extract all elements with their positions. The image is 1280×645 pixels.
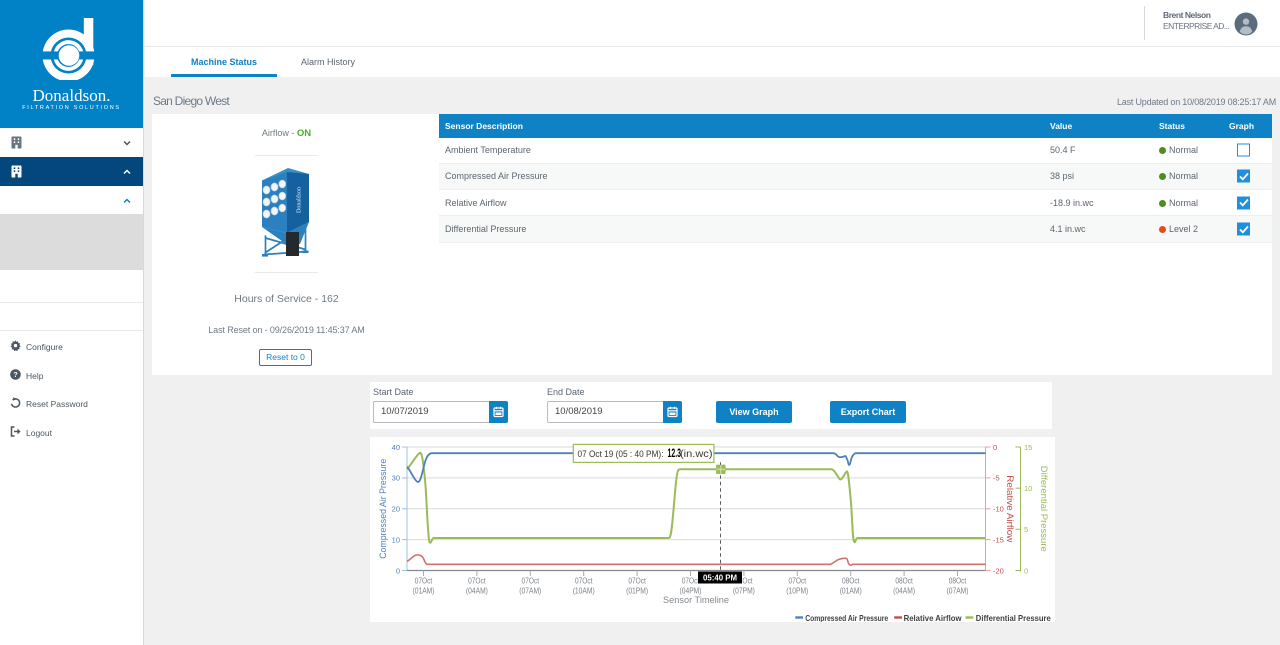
svg-text:(01AM): (01AM) — [413, 587, 435, 596]
svg-text:Relative Airflow: Relative Airflow — [904, 613, 962, 622]
svg-text:07 Oct 19 (05 : 40 PM):: 07 Oct 19 (05 : 40 PM): — [578, 449, 664, 460]
svg-text:15: 15 — [1024, 443, 1032, 452]
svg-text:(07PM): (07PM) — [733, 587, 755, 596]
svg-text:(10AM): (10AM) — [573, 587, 595, 596]
svg-text:Donaldson: Donaldson — [297, 187, 303, 213]
svg-text:40: 40 — [392, 443, 400, 452]
svg-text:07Oct: 07Oct — [628, 577, 646, 586]
svg-text:Differential Pressure: Differential Pressure — [976, 613, 1051, 622]
svg-text:08Oct: 08Oct — [949, 577, 967, 586]
svg-text:Sensor Timeline: Sensor Timeline — [663, 595, 729, 606]
svg-text:0: 0 — [396, 566, 400, 575]
svg-text:?: ? — [13, 370, 18, 379]
svg-text:07Oct: 07Oct — [522, 577, 540, 586]
svg-text:0: 0 — [1024, 566, 1028, 575]
svg-text:-10: -10 — [993, 505, 1004, 514]
svg-text:(01AM): (01AM) — [840, 587, 862, 596]
svg-text:20: 20 — [392, 505, 400, 514]
svg-text:Relative Airflow: Relative Airflow — [1004, 475, 1015, 542]
svg-text:12.3: 12.3 — [668, 448, 682, 460]
svg-text:Compressed Air Pressure: Compressed Air Pressure — [805, 613, 888, 622]
svg-text:10: 10 — [1024, 484, 1032, 493]
svg-text:(10PM): (10PM) — [786, 587, 808, 596]
svg-text:5: 5 — [1024, 525, 1028, 534]
svg-text:10: 10 — [392, 535, 400, 544]
svg-text:(07AM): (07AM) — [947, 587, 969, 596]
svg-text:07Oct: 07Oct — [575, 577, 593, 586]
svg-text:30: 30 — [392, 474, 400, 483]
svg-text:-20: -20 — [993, 566, 1004, 575]
svg-text:-15: -15 — [993, 535, 1004, 544]
svg-text:0: 0 — [993, 443, 997, 452]
svg-text:Compressed Air Pressure: Compressed Air Pressure — [378, 459, 389, 559]
svg-text:07Oct: 07Oct — [468, 577, 486, 586]
svg-text:(07AM): (07AM) — [519, 587, 541, 596]
svg-text:08Oct: 08Oct — [842, 577, 860, 586]
svg-text:(01PM): (01PM) — [626, 587, 648, 596]
svg-text:07Oct: 07Oct — [415, 577, 433, 586]
svg-text:08Oct: 08Oct — [895, 577, 913, 586]
svg-text:(in.wc): (in.wc) — [680, 449, 713, 460]
svg-text:07Oct: 07Oct — [789, 577, 807, 586]
svg-text:(04AM): (04AM) — [466, 587, 488, 596]
svg-text:-5: -5 — [993, 474, 1000, 483]
svg-text:05:40 PM: 05:40 PM — [703, 573, 737, 583]
svg-text:(04AM): (04AM) — [893, 587, 915, 596]
svg-text:07Oct: 07Oct — [682, 577, 700, 586]
svg-text:Differential Pressure: Differential Pressure — [1038, 466, 1049, 552]
